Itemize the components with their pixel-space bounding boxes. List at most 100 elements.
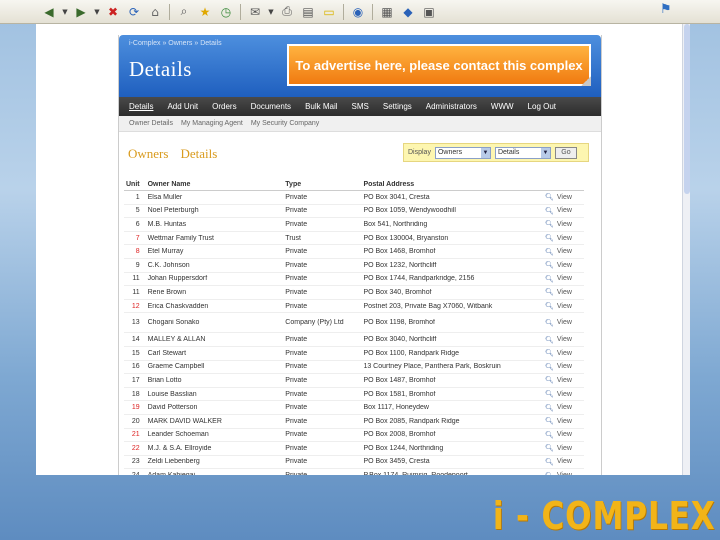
search-icon[interactable]: ⌕ (175, 3, 193, 21)
view-link[interactable]: 🔍︎View (545, 288, 584, 296)
refresh-icon[interactable]: ⟳ (125, 3, 143, 21)
forward-icon[interactable]: ▶ (72, 3, 90, 21)
menu-item-documents[interactable]: Documents (251, 102, 291, 111)
postal-address-cell: PO Box 2085, Randpark Ridge (363, 417, 460, 425)
view-link[interactable]: 🔍︎View (545, 207, 584, 215)
menu-item-add-unit[interactable]: Add Unit (167, 102, 198, 111)
table-row: 22 M.J. & S.A. Ellroyide Private PO Box 124… (124, 442, 584, 456)
view-link[interactable]: 🔍︎View (545, 376, 584, 384)
forward-dropdown-icon[interactable]: ▼ (93, 3, 101, 21)
view-link[interactable]: 🔍︎View (545, 444, 584, 452)
view-link[interactable]: 🔍︎View (545, 261, 584, 269)
view-link[interactable]: 🔍︎View (545, 458, 584, 466)
type-cell: Company (Pty) Ltd (285, 318, 344, 326)
menu-item-orders[interactable]: Orders (212, 102, 236, 111)
back-dropdown-icon[interactable]: ▼ (61, 3, 69, 21)
view-link[interactable]: 🔍︎View (545, 390, 584, 398)
discuss-icon[interactable]: ▣ (420, 3, 438, 21)
advertise-banner[interactable]: To advertise here, please contact this c… (287, 44, 591, 86)
view-link[interactable]: 🔍︎View (545, 220, 584, 228)
view-link[interactable]: 🔍︎View (545, 404, 584, 412)
table-row: 23 Zeldi Liebenberg Private PO Box 3459, Cr… (124, 456, 584, 470)
menu-item-sms[interactable]: SMS (352, 102, 369, 111)
type-cell: Private (285, 349, 308, 357)
view-link[interactable]: 🔍︎View (545, 336, 584, 344)
view-link[interactable]: 🔍︎View (545, 349, 584, 357)
messenger-icon[interactable]: ◉ (349, 3, 367, 21)
notes-icon[interactable]: ▭ (320, 3, 338, 21)
postal-address-cell: PO Box 3041, Cresta (363, 193, 430, 201)
type-cell: Private (285, 458, 308, 466)
owner-name-cell: C.K. Johnson (147, 261, 190, 269)
view-label: View (556, 302, 572, 310)
type-cell: Private (281, 472, 359, 475)
owner-name-cell: Adam Kabiegaj (144, 472, 282, 475)
view-link[interactable]: 🔍︎View (545, 417, 584, 425)
view-label: View (556, 376, 572, 384)
postal-address-cell: P.Box 1174, Ruimsig, Roodepoort (359, 472, 545, 475)
favorites-icon[interactable]: ★ (196, 3, 214, 21)
owner-name-cell: Johan Ruppersdorf (147, 275, 208, 283)
submenu-security-company[interactable]: My Security Company (251, 120, 319, 127)
history-icon[interactable]: ◷ (217, 3, 235, 21)
research-icon[interactable]: ▦ (378, 3, 396, 21)
unit-cell: 14 (131, 336, 140, 344)
back-icon[interactable]: ◀ (40, 3, 58, 21)
view-label: View (556, 458, 572, 466)
submenu-managing-agent[interactable]: My Managing Agent (181, 120, 243, 127)
view-link[interactable]: 🔍︎View (545, 363, 584, 371)
menu-item-bulk-mail[interactable]: Bulk Mail (305, 102, 337, 111)
section-title-owners: Owners (128, 146, 169, 161)
postal-address-cell: PO Box 1487, Bromhof (363, 376, 436, 384)
postal-address-cell: PO Box 1244, Northriding (363, 444, 444, 452)
owner-name-cell: Chogani Sonako (147, 319, 200, 327)
owner-name-cell: Zeldi Liebenberg (147, 458, 200, 466)
view-link[interactable]: 🔍︎View (545, 472, 584, 475)
postal-address-cell: PO Box 3040, Northcliff (363, 336, 437, 344)
mail-icon[interactable]: ✉ (246, 3, 264, 21)
table-row: 5 Noel Peterburgh Private PO Box 1059, Wend… (124, 205, 584, 219)
owner-name-cell: MALLEY & ALLAN (147, 336, 206, 344)
stop-icon[interactable]: ✖ (104, 3, 122, 21)
menu-item-www[interactable]: WWW (491, 102, 514, 111)
media-icon[interactable]: ◆ (399, 3, 417, 21)
table-row: 11 Johan Ruppersdorf Private PO Box 1744, R… (124, 273, 584, 287)
home-icon[interactable]: ⌂ (146, 3, 164, 21)
view-link[interactable]: 🔍︎View (545, 275, 584, 283)
owner-name-cell: David Potterson (147, 404, 198, 412)
toolbar-separator (240, 3, 241, 20)
unit-cell: 24 (124, 472, 144, 475)
postal-address-cell: PO Box 1059, Wendywoodhill (363, 207, 456, 215)
view-link[interactable]: 🔍︎View (545, 193, 584, 201)
display-select-owners[interactable]: Owners ▼ (434, 146, 491, 159)
submenu-owner-details[interactable]: Owner Details (129, 120, 173, 127)
view-label: View (556, 261, 572, 269)
view-label: View (556, 275, 572, 283)
menu-item-log-out[interactable]: Log Out (528, 102, 556, 111)
display-select-details[interactable]: Details ▼ (494, 146, 551, 159)
mail-dropdown-icon[interactable]: ▼ (267, 3, 275, 21)
unit-cell: 18 (131, 390, 140, 398)
owner-name-cell: Carl Stewart (147, 349, 187, 357)
scrollbar-thumb[interactable] (684, 24, 690, 194)
print-icon[interactable]: ⎙ (278, 3, 296, 21)
magnifier-icon: 🔍︎ (544, 261, 554, 270)
vertical-scrollbar[interactable] (682, 24, 690, 475)
go-button[interactable]: Go (554, 146, 577, 159)
magnifier-icon: 🔍︎ (544, 417, 554, 426)
menu-item-administrators[interactable]: Administrators (426, 102, 477, 111)
view-link[interactable]: 🔍︎View (545, 248, 584, 256)
edit-icon[interactable]: ▤ (299, 3, 317, 21)
magnifier-icon: 🔍︎ (544, 335, 554, 344)
view-link[interactable]: 🔍︎View (545, 302, 584, 310)
view-link[interactable]: 🔍︎View (545, 234, 584, 242)
view-label: View (556, 288, 572, 296)
menu-item-settings[interactable]: Settings (383, 102, 412, 111)
i-complex-logo: i - COMPLEX (493, 494, 716, 538)
table-row: 15 Carl Stewart Private PO Box 1100, Randpa… (124, 347, 584, 361)
menu-item-details[interactable]: Details (129, 102, 153, 111)
postal-address-cell: PO Box 1232, Northcliff (363, 261, 437, 269)
view-link[interactable]: 🔍︎View (545, 319, 584, 327)
table-row: 17 Brian Lotto Private PO Box 1487, Bromhof… (124, 374, 584, 388)
view-link[interactable]: 🔍︎View (545, 431, 584, 439)
